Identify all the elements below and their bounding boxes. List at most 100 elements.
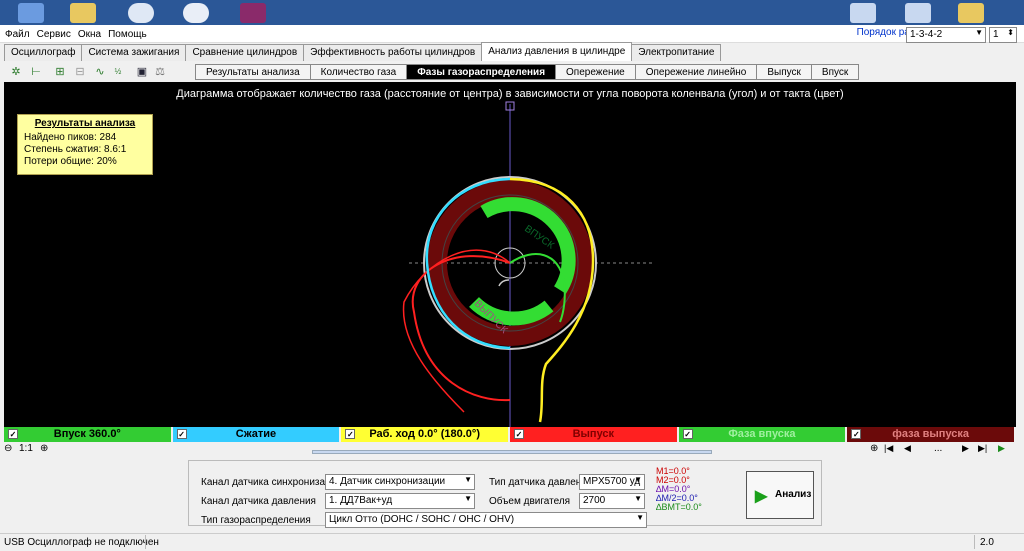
subtab-advance-linear[interactable]: Опережение линейно: [634, 64, 758, 80]
subtab-exhaust[interactable]: Выпуск: [756, 64, 812, 80]
add-icon[interactable]: ⊕: [870, 443, 878, 454]
sync-channel-select[interactable]: 4. Датчик синхронизации ▼: [325, 474, 475, 490]
intake-phase-arc: [480, 197, 576, 294]
cursor-icon[interactable]: ⊢: [28, 64, 44, 80]
legend-label: Впуск 360.0°: [53, 428, 121, 440]
pressure-channel-label: Канал датчика давления: [201, 496, 316, 507]
horizontal-scrollbar[interactable]: [312, 450, 712, 454]
settings-icon[interactable]: ✲: [8, 64, 24, 80]
legend-checkbox[interactable]: ✓: [345, 429, 356, 439]
tab-cylinder-compare[interactable]: Сравнение цилиндров: [185, 44, 305, 61]
volume-label: Объем двигателя: [489, 496, 571, 507]
marker-readouts: M1=0.0° M2=0.0° ∆M=0.0° ∆M/2=0.0° ∆ВМТ=0…: [656, 467, 702, 512]
app-icon-2[interactable]: [240, 3, 266, 23]
auto-icon[interactable]: ⊞: [52, 64, 68, 80]
version-label: 2.0: [980, 537, 994, 548]
subtab-results[interactable]: Результаты анализа: [195, 64, 311, 80]
legend-checkbox[interactable]: ✓: [682, 429, 693, 439]
folder-icon-2[interactable]: [958, 3, 984, 23]
legend-checkbox[interactable]: ✓: [514, 429, 524, 439]
timing-type-select[interactable]: Цикл Отто (DOHC / SOHC / OHC / OHV) ▼: [325, 512, 647, 528]
menu-windows[interactable]: Окна: [73, 25, 103, 40]
taskbar: [0, 0, 1024, 25]
play-icon: ▶: [755, 488, 768, 505]
monitor-icon[interactable]: [850, 3, 876, 23]
subtab-gas-amount[interactable]: Количество газа: [309, 64, 408, 80]
tab-power[interactable]: Электропитание: [631, 44, 722, 61]
algorithm-icon[interactable]: ½: [110, 64, 126, 80]
status-text: USB Осциллограф не подключен: [4, 537, 159, 548]
chevron-down-icon: ▼: [975, 28, 983, 37]
polar-plot[interactable]: Диаграмма отображает количество газа (ра…: [4, 82, 1016, 427]
app-icon-1[interactable]: [18, 3, 44, 23]
folder-icon[interactable]: [70, 3, 96, 23]
chevron-down-icon: ▼: [636, 513, 644, 522]
legend-label: Раб. ход 0.0° (180.0°): [369, 428, 480, 440]
legend-bar: ✓ Впуск 360.0° ✓ Сжатие ✓ Раб. ход 0.0° (180.…: [4, 427, 1016, 442]
timing-type-label: Тип газораспределения: [201, 515, 311, 526]
subtab-intake[interactable]: Впуск: [810, 64, 860, 80]
timing-type-value: Цикл Отто (DOHC / SOHC / OHC / OHV): [329, 514, 515, 525]
legend-item[interactable]: ✓ фаза выпуска: [847, 427, 1014, 442]
legend-item[interactable]: ✓ Выпуск: [510, 427, 677, 442]
tab-oscilloscope[interactable]: Осциллограф: [4, 44, 83, 61]
legend-checkbox[interactable]: ✓: [176, 429, 187, 439]
pressure-channel-select[interactable]: 1. ДД7Вак+уд ▼: [325, 493, 475, 509]
cylinder-order-value: 1-3-4-2: [910, 29, 943, 40]
chevron-down-icon: ▼: [464, 475, 472, 484]
zoom-in-icon[interactable]: ⊕: [40, 443, 48, 454]
status-bar: USB Осциллограф не подключен 2.0: [0, 533, 1024, 551]
menu-help[interactable]: Помощь: [103, 25, 149, 40]
first-icon[interactable]: |◀: [884, 443, 893, 454]
volume-value: 2700: [583, 495, 606, 506]
chevron-down-icon: ▼: [634, 494, 642, 503]
play-icon[interactable]: ▶: [998, 443, 1005, 454]
pressure-channel-value: 1. ДД7Вак+уд: [329, 495, 393, 506]
volume-select[interactable]: 2700 ▼: [579, 493, 645, 509]
menu-service[interactable]: Сервис: [32, 25, 73, 40]
zoom-row: ⊖ 1:1 ⊕ ⊕ |◀ ◀ ... ▶ ▶| ▶: [4, 443, 1016, 457]
settings-panel: Канал датчика синхронизации 4. Датчик си…: [188, 460, 822, 528]
spinner-icon: ⬍: [1007, 28, 1014, 37]
legend-item[interactable]: ✓ Раб. ход 0.0° (180.0°): [341, 427, 508, 442]
scale-icon[interactable]: ⚖: [152, 64, 168, 80]
browser-icon[interactable]: [183, 3, 209, 23]
nav-dots: ...: [934, 443, 943, 454]
legend-item[interactable]: ✓ Сжатие: [172, 427, 340, 442]
sensor-type-select[interactable]: MPX5700 уд ▼: [579, 474, 645, 490]
cylinder-stepper-value: 1: [993, 29, 999, 40]
legend-checkbox[interactable]: ✓: [851, 429, 862, 439]
tab-cylinder-efficiency[interactable]: Эффективность работы цилиндров: [303, 44, 483, 61]
status-spacer: [145, 535, 975, 549]
save-icon[interactable]: ▣: [134, 64, 150, 80]
legend-item[interactable]: ✓ Фаза впуска: [678, 427, 846, 442]
subtab-advance[interactable]: Опережение: [555, 64, 636, 80]
main-tabs: Осциллограф Система зажигания Сравнение ци…: [4, 42, 722, 61]
grid-icon[interactable]: ⊟: [72, 64, 88, 80]
wave-icon[interactable]: ∿: [92, 64, 108, 80]
analyze-label: Анализ: [775, 489, 812, 500]
media-icon[interactable]: [128, 3, 154, 23]
chevron-down-icon: ▼: [464, 494, 472, 503]
prev-icon[interactable]: ◀: [904, 443, 911, 454]
cylinder-stepper[interactable]: 1 ⬍: [989, 27, 1017, 43]
subtab-valve-timing[interactable]: Фазы газораспределения: [406, 64, 557, 80]
legend-item[interactable]: ✓ Впуск 360.0°: [4, 427, 171, 442]
analyze-button[interactable]: ▶ Анализ: [746, 471, 814, 519]
tab-pressure-analysis[interactable]: Анализ давления в цилиндре: [481, 42, 633, 61]
legend-checkbox[interactable]: ✓: [8, 429, 18, 439]
tab-ignition[interactable]: Система зажигания: [81, 44, 187, 61]
legend-label: Выпуск: [572, 428, 615, 440]
zoom-out-icon[interactable]: ⊖: [4, 443, 12, 454]
legend-label: Сжатие: [235, 428, 277, 440]
sensor-type-value: MPX5700 уд: [583, 476, 641, 487]
monitor-icon-2[interactable]: [905, 3, 931, 23]
last-icon[interactable]: ▶|: [978, 443, 987, 454]
sync-channel-value: 4. Датчик синхронизации: [329, 476, 446, 487]
next-icon[interactable]: ▶: [962, 443, 969, 454]
menu-file[interactable]: Файл: [0, 25, 32, 40]
sub-tabs: Результаты анализа Количество газа Фазы га…: [195, 64, 860, 80]
dbmt-readout: ∆ВМТ=0.0°: [656, 502, 702, 512]
sensor-type-label: Тип датчика давления: [489, 477, 593, 488]
cylinder-order-select[interactable]: 1-3-4-2 ▼: [906, 27, 986, 43]
